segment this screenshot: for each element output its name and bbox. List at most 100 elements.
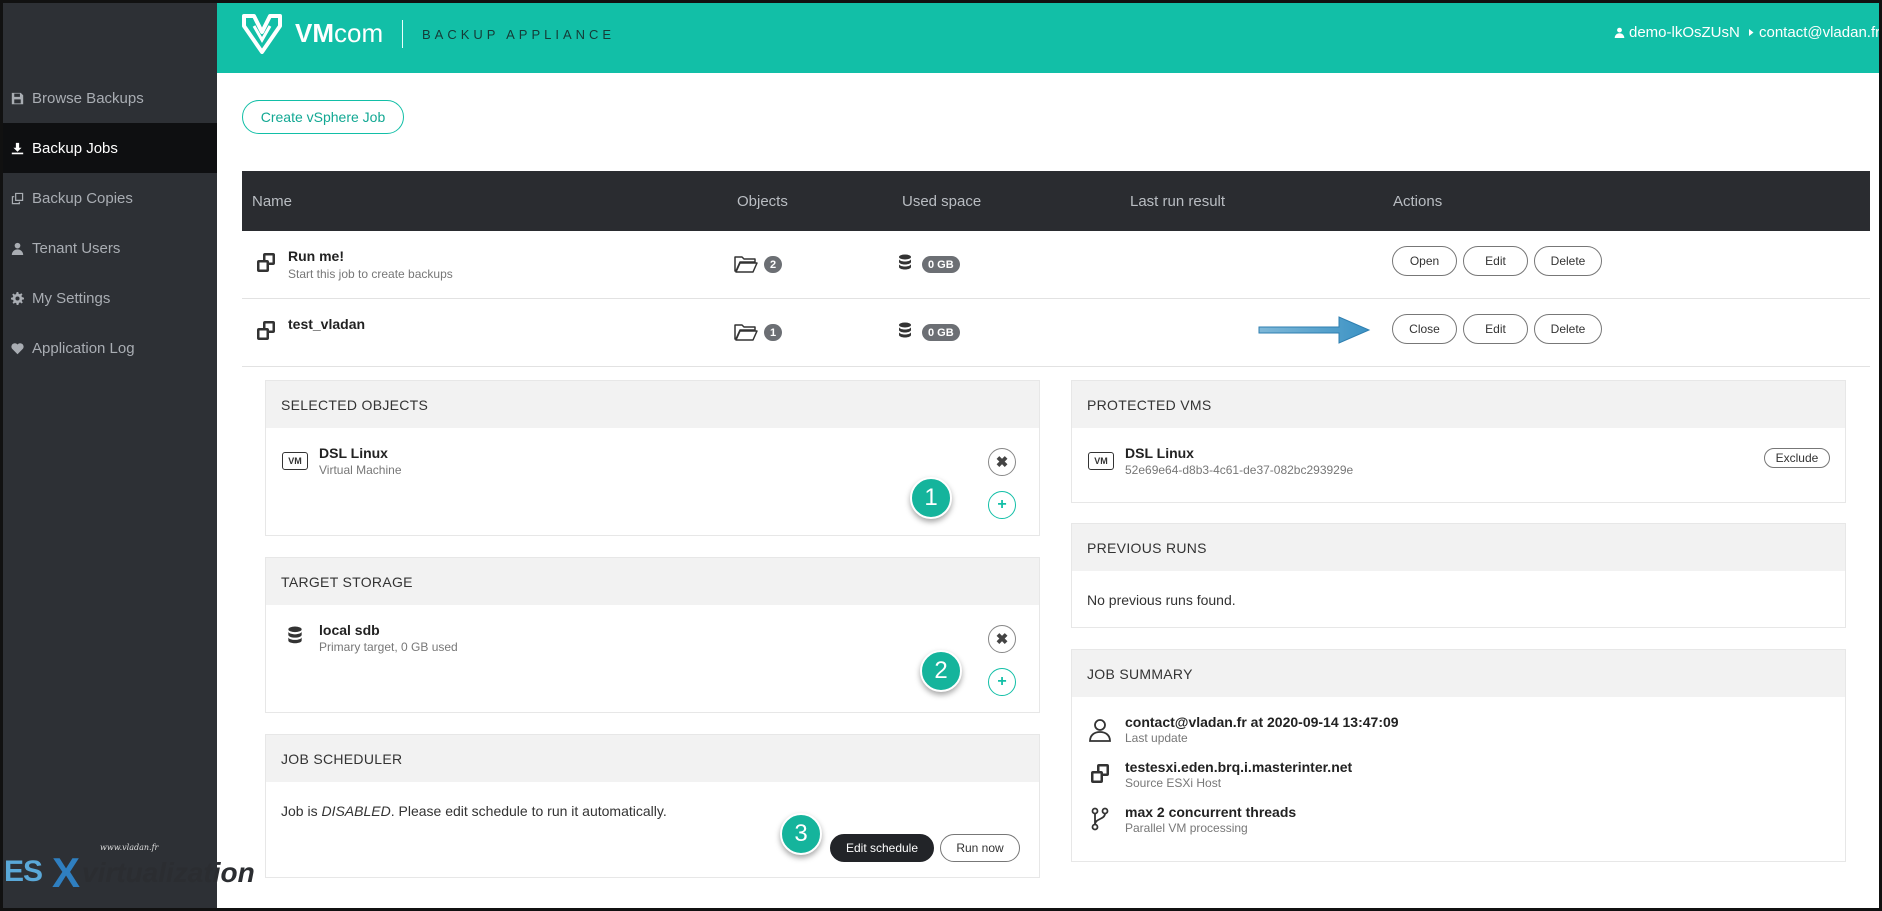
summary-parallel-label: Parallel VM processing — [1125, 821, 1248, 835]
summary-parallel-value: max 2 concurrent threads — [1125, 804, 1297, 820]
sidebar-item-backup-copies[interactable]: Backup Copies — [0, 173, 217, 223]
vm-icon: VM — [1088, 452, 1114, 470]
folder-open-icon — [734, 324, 758, 341]
selected-objects-panel: SELECTED OBJECTS VM DSL Linux Virtual Ma… — [265, 380, 1040, 536]
panel-title: PREVIOUS RUNS — [1072, 524, 1845, 571]
edit-button[interactable]: Edit — [1463, 246, 1528, 276]
exclude-button[interactable]: Exclude — [1764, 448, 1830, 468]
username: demo-lkOsZUsN — [1629, 24, 1740, 41]
schedule-state: DISABLED — [321, 803, 391, 819]
storage-details: Primary target, 0 GB used — [319, 640, 458, 654]
storage-name: local sdb — [319, 622, 380, 638]
vm-uuid: 52e69e64-d8b3-4c61-de37-082bc293929e — [1125, 463, 1354, 477]
summary-last-update-value: contact@vladan.fr at 2020-09-14 13:47:09 — [1125, 714, 1399, 730]
table-row: Run me! Start this job to create backups… — [242, 231, 1870, 299]
caret-right-icon — [1749, 29, 1754, 36]
top-header: VMcom BACKUP APPLIANCE demo-lkOsZUsN con… — [217, 0, 1882, 73]
step-badge-3: 3 — [780, 813, 822, 855]
edit-button[interactable]: Edit — [1463, 314, 1528, 344]
schedule-status-text: Job is DISABLED. Please edit schedule to… — [281, 803, 667, 819]
used-space-badge: 0 GB — [922, 256, 960, 273]
vsphere-job-icon — [257, 253, 275, 272]
job-scheduler-panel: JOB SCHEDULER Job is DISABLED. Please ed… — [265, 734, 1040, 878]
job-summary-panel: JOB SUMMARY contact@vladan.fr at 2020-09… — [1071, 649, 1846, 862]
folder-open-icon — [734, 256, 758, 273]
vm-icon: VM — [282, 452, 308, 470]
annotation-arrow-icon — [1258, 316, 1371, 344]
objects-count-badge: 2 — [764, 256, 783, 273]
user-icon — [1614, 27, 1625, 38]
sidebar-item-label: Browse Backups — [32, 89, 144, 107]
column-header-name: Name — [252, 193, 293, 210]
brand-divider — [402, 20, 403, 48]
job-description: Start this job to create backups — [288, 267, 453, 281]
table-header: Name Objects Used space Last run result … — [242, 171, 1870, 231]
sidebar-item-label: My Settings — [32, 289, 111, 307]
column-header-used-space: Used space — [902, 193, 982, 210]
gear-icon — [10, 291, 24, 305]
panel-title: JOB SCHEDULER — [266, 735, 1039, 782]
delete-button[interactable]: Delete — [1534, 246, 1602, 276]
edit-schedule-button[interactable]: Edit schedule — [830, 834, 934, 862]
job-name[interactable]: test_vladan — [288, 316, 365, 332]
database-icon — [288, 626, 302, 644]
vm-name: DSL Linux — [1125, 445, 1194, 461]
sidebar-item-backup-jobs[interactable]: Backup Jobs — [0, 123, 217, 173]
close-button[interactable]: Close — [1392, 314, 1457, 344]
add-storage-button[interactable]: + — [988, 668, 1016, 696]
sidebar-item-label: Backup Copies — [32, 189, 133, 207]
objects-count-badge: 1 — [764, 324, 783, 341]
no-runs-message: No previous runs found. — [1087, 592, 1236, 608]
sidebar-item-my-settings[interactable]: My Settings — [0, 273, 217, 323]
download-icon — [10, 141, 24, 155]
column-header-last-run: Last run result — [1130, 193, 1226, 210]
brand-name: VMcom — [295, 18, 384, 48]
fork-icon — [1091, 807, 1109, 831]
panel-title: SELECTED OBJECTS — [266, 381, 1039, 428]
database-icon — [899, 322, 911, 338]
vsphere-icon — [1091, 764, 1109, 783]
sidebar: Browse Backups Backup Jobs Backup Copies… — [0, 0, 255, 911]
panel-title: PROTECTED VMS — [1072, 381, 1845, 428]
column-header-actions: Actions — [1393, 193, 1443, 210]
sidebar-item-tenant-users[interactable]: Tenant Users — [0, 223, 217, 273]
previous-runs-panel: PREVIOUS RUNS No previous runs found. — [1071, 523, 1846, 628]
esx-virtualization-watermark: www.vladan.fr ES X virtualization — [0, 843, 290, 896]
brand-subtitle: BACKUP APPLIANCE — [422, 27, 616, 42]
watermark-virtualization: virtualization — [82, 857, 255, 888]
target-storage-panel: TARGET STORAGE local sdb Primary target,… — [265, 557, 1040, 713]
used-space-badge: 0 GB — [922, 324, 960, 341]
run-now-button[interactable]: Run now — [940, 834, 1020, 862]
contact-link[interactable]: contact@vladan.fr — [1747, 24, 1880, 41]
step-badge-1: 1 — [910, 477, 952, 519]
watermark-url: www.vladan.fr — [100, 843, 159, 852]
delete-button[interactable]: Delete — [1534, 314, 1602, 344]
vmcom-logo-icon — [242, 14, 282, 54]
sidebar-item-label: Backup Jobs — [32, 139, 118, 157]
remove-object-button[interactable]: ✖ — [988, 448, 1016, 476]
user-icon — [10, 241, 24, 255]
protected-vms-panel: PROTECTED VMS VM DSL Linux 52e69e64-d8b3… — [1071, 380, 1846, 503]
sidebar-item-browse-backups[interactable]: Browse Backups — [0, 73, 217, 123]
copy-icon — [10, 191, 24, 205]
summary-esxi-host-label: Source ESXi Host — [1125, 776, 1222, 790]
job-name[interactable]: Run me! — [288, 248, 344, 264]
user-menu-link[interactable]: demo-lkOsZUsN — [1614, 24, 1740, 41]
remove-storage-button[interactable]: ✖ — [988, 625, 1016, 653]
object-name: DSL Linux — [319, 445, 388, 461]
table-row: test_vladan 1 0 GB Close Edit Delete — [242, 299, 1870, 367]
watermark-x: X — [52, 849, 81, 896]
summary-last-update-label: Last update — [1125, 731, 1188, 745]
panel-title: TARGET STORAGE — [266, 558, 1039, 605]
object-type: Virtual Machine — [319, 463, 402, 477]
create-vsphere-job-button[interactable]: Create vSphere Job — [242, 100, 404, 134]
save-icon — [10, 91, 24, 105]
sidebar-item-label: Application Log — [32, 339, 135, 357]
column-header-objects: Objects — [737, 193, 788, 210]
sidebar-item-label: Tenant Users — [32, 239, 121, 257]
open-button[interactable]: Open — [1392, 246, 1457, 276]
sidebar-item-application-log[interactable]: Application Log — [0, 323, 217, 373]
panel-title: JOB SUMMARY — [1072, 650, 1845, 697]
add-object-button[interactable]: + — [988, 491, 1016, 519]
contact-email: contact@vladan.fr — [1759, 24, 1881, 41]
